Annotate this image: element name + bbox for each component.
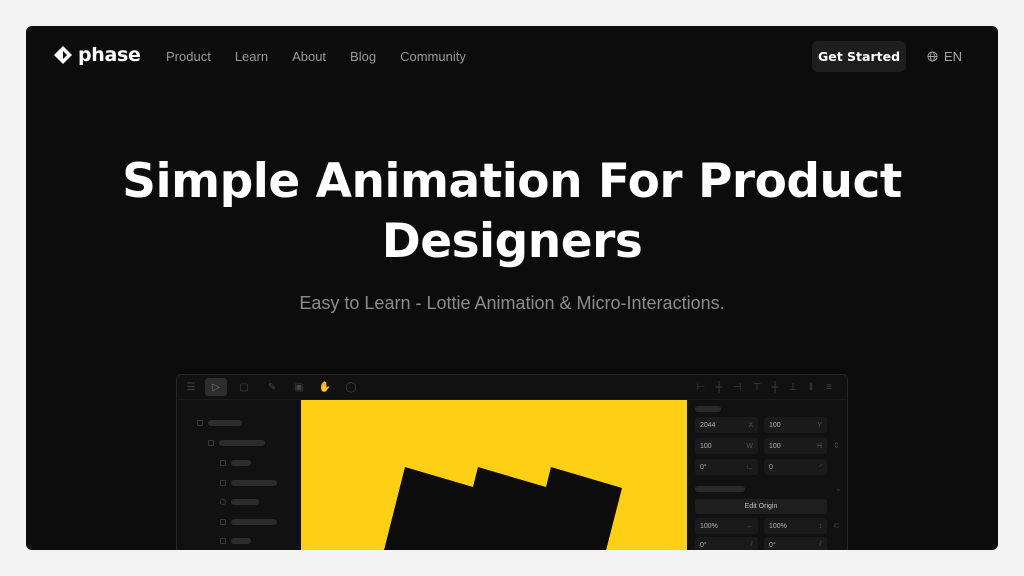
menu-icon: ☰ (186, 381, 196, 393)
x-field[interactable]: 2044 X (695, 417, 758, 433)
comment-icon: ◯ (345, 381, 357, 393)
brand-name: phase (78, 44, 141, 66)
layer-name-placeholder (231, 519, 277, 525)
chevron-down-icon[interactable]: ⌄ (835, 484, 842, 493)
angle-icon: ∟ (746, 463, 753, 471)
layer-item[interactable] (197, 420, 242, 426)
section-header-placeholder (695, 406, 721, 412)
height-field[interactable]: 100 H (764, 438, 827, 454)
editor-toolbar: ☰ ▷ ▢ ✎ ▣ ✋ ◯ ⊢ ┼ ⊣ ⊤ ┼ ⊥ ‖ ≡ (177, 375, 847, 400)
properties-panel: 2044 X 100 Y 100 W 100 H ⇕ 0° ∟ 0 ◜ ⌄ Edit Ori… (687, 400, 847, 550)
animated-shape (384, 467, 622, 550)
align-right-icon: ⊣ (732, 381, 742, 393)
layer-name-placeholder (208, 420, 242, 426)
radius-field[interactable]: 0 ◜ (764, 459, 827, 475)
skew-y-field[interactable]: 0° ⫽ (764, 537, 827, 550)
y-field[interactable]: 100 Y (764, 417, 827, 433)
editor-canvas[interactable] (301, 400, 687, 550)
layer-name-placeholder (231, 538, 251, 544)
scale-x-field[interactable]: 100% ↔ (695, 518, 758, 534)
hero-title-line-1: Simple Animation For Product (122, 154, 902, 209)
nav-links: Product Learn About Blog Community (166, 49, 490, 64)
layer-item[interactable] (220, 499, 259, 505)
layer-icon (220, 499, 226, 505)
scale-y-field[interactable]: 100% ↕ (764, 518, 827, 534)
layer-name-placeholder (231, 460, 251, 466)
link-scale-icon[interactable]: ⊂ (833, 521, 840, 530)
layer-icon (220, 538, 226, 544)
width-field[interactable]: 100 W (695, 438, 758, 454)
layer-item[interactable] (220, 519, 277, 525)
hero-title: Simple Animation For Product Designers (26, 152, 998, 272)
app-preview: ☰ ▷ ▢ ✎ ▣ ✋ ◯ ⊢ ┼ ⊣ ⊤ ┼ ⊥ ‖ ≡ 2044 X 100… (176, 374, 848, 550)
layer-name-placeholder (219, 440, 265, 446)
layer-item[interactable] (220, 460, 251, 466)
link-dimensions-icon[interactable]: ⇕ (833, 441, 840, 450)
horizontal-arrows-icon: ↔ (746, 522, 753, 530)
layer-name-placeholder (231, 480, 277, 486)
layer-name-placeholder (231, 499, 259, 505)
language-selector[interactable]: EN (927, 49, 962, 64)
image-icon: ▣ (294, 381, 304, 393)
hero-subtitle: Easy to Learn - Lottie Animation & Micro… (299, 293, 725, 313)
nav-link-community[interactable]: Community (400, 49, 466, 64)
nav-link-product[interactable]: Product (166, 49, 211, 64)
pen-icon: ✎ (267, 381, 277, 393)
select-icon: ▷ (205, 378, 227, 396)
layer-icon (220, 460, 226, 466)
nav-link-blog[interactable]: Blog (350, 49, 376, 64)
rotation-field[interactable]: 0° ∟ (695, 459, 758, 475)
nav-link-about[interactable]: About (292, 49, 326, 64)
edit-origin-button[interactable]: Edit Origin (695, 499, 827, 514)
globe-icon (927, 51, 938, 62)
layer-icon (220, 480, 226, 486)
skew-x-icon: ⫽ (749, 541, 753, 548)
vertical-arrows-icon: ↕ (818, 522, 823, 530)
layer-icon (197, 420, 203, 426)
phase-logo-icon (54, 46, 72, 64)
get-started-button[interactable]: Get Started (812, 41, 906, 72)
layer-item[interactable] (208, 440, 265, 446)
landing-page: phase Product Learn About Blog Community… (26, 26, 998, 550)
hand-icon: ✋ (318, 381, 332, 393)
skew-x-field[interactable]: 0° ⫽ (695, 537, 758, 550)
layer-icon (220, 519, 226, 525)
layer-icon (208, 440, 214, 446)
rectangle-icon: ▢ (239, 381, 249, 393)
layer-item[interactable] (220, 480, 277, 486)
skew-y-icon: ⫽ (818, 541, 822, 548)
layer-item[interactable] (220, 538, 251, 544)
top-nav: phase Product Learn About Blog Community… (26, 26, 998, 88)
corner-radius-icon: ◜ (819, 464, 822, 471)
nav-link-learn[interactable]: Learn (235, 49, 268, 64)
language-label: EN (944, 49, 963, 64)
layers-panel (177, 400, 301, 550)
brand-logo[interactable]: phase (54, 44, 141, 66)
distribute-v-icon: ≡ (826, 381, 832, 393)
hero-title-line-2: Designers (381, 214, 643, 269)
section-header-placeholder (695, 486, 745, 492)
